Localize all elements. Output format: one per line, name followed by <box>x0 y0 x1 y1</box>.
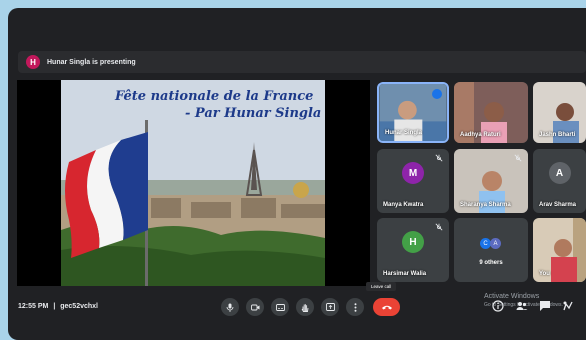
participant-avatar: A <box>490 238 501 249</box>
more-icon <box>354 302 356 312</box>
camera-icon <box>250 304 259 310</box>
present-button[interactable] <box>321 298 339 316</box>
participant-name: You <box>539 271 550 277</box>
participant-name: Arav Sharma <box>539 202 577 208</box>
more-options-button[interactable] <box>346 298 364 316</box>
captions-icon <box>275 303 285 311</box>
participant-tile[interactable]: Aadhya Raturi <box>454 82 528 143</box>
captions-button[interactable] <box>271 298 289 316</box>
slide-title: Fête nationale de la France - Par Hunar … <box>115 88 325 122</box>
leave-call-button[interactable] <box>373 298 400 316</box>
participant-avatar: M <box>402 162 424 185</box>
phone-end-icon <box>381 305 392 310</box>
speaking-icon <box>432 89 442 99</box>
hand-icon <box>301 303 309 312</box>
meeting-info: 12:55 PM | gec52vchxl <box>18 303 98 310</box>
meeting-toolbar: 12:55 PM | gec52vchxl Leave call Activat… <box>8 282 586 328</box>
participant-name: Aadhya Raturi <box>460 132 501 138</box>
meet-window: H Hunar Singla is presenting Fête nation… <box>8 8 586 340</box>
participant-avatar: H <box>402 231 424 254</box>
mic-off-icon <box>435 223 443 231</box>
presenter-avatar: H <box>26 55 40 69</box>
participant-tile[interactable]: A Arav Sharma <box>533 149 586 213</box>
chat-icon[interactable] <box>539 300 551 312</box>
presentation-stage: Fête nationale de la France - Par Hunar … <box>17 80 370 286</box>
participant-avatar: A <box>548 162 571 185</box>
clock-time: 12:55 PM <box>18 303 49 310</box>
leave-call-tooltip: Leave call <box>366 282 397 291</box>
present-icon <box>325 303 335 311</box>
participant-tile[interactable]: Sharanya Sharma <box>454 149 528 213</box>
participant-tile[interactable]: Hunar Singla <box>377 82 449 143</box>
participant-tile[interactable]: Jashn Bharti <box>533 82 586 143</box>
presenting-label: Hunar Singla is presenting <box>47 58 136 66</box>
participant-name: Manya Kwatra <box>383 202 424 208</box>
mic-off-icon <box>435 154 443 162</box>
others-count: 9 others <box>479 260 503 266</box>
raise-hand-button[interactable] <box>296 298 314 316</box>
info-separator: | <box>53 303 56 310</box>
others-tile[interactable]: C A 9 others <box>454 218 528 282</box>
people-icon[interactable] <box>516 300 528 312</box>
participant-tile[interactable]: You <box>533 218 586 282</box>
presentation-slide: Fête nationale de la France - Par Hunar … <box>61 80 325 286</box>
mic-icon <box>226 303 234 312</box>
slide-title-line1: Fête nationale de la France <box>115 89 314 104</box>
participant-tile[interactable]: H Harsimar Walia <box>377 218 449 282</box>
mic-off-icon <box>514 154 522 162</box>
presenting-banner: H Hunar Singla is presenting <box>18 51 586 73</box>
camera-button[interactable] <box>246 298 264 316</box>
participant-name: Jashn Bharti <box>539 132 576 138</box>
mic-button[interactable] <box>221 298 239 316</box>
participant-name: Harsimar Walia <box>383 271 427 277</box>
participant-tile[interactable]: M Manya Kwatra <box>377 149 449 213</box>
meeting-code: gec52vchxl <box>60 303 98 310</box>
participant-name: Sharanya Sharma <box>460 202 511 208</box>
info-icon[interactable] <box>492 300 504 312</box>
activities-icon[interactable] <box>562 300 574 312</box>
slide-title-line2: - Par Hunar Singla <box>185 106 322 121</box>
participant-name: Hunar Singla <box>385 130 423 136</box>
